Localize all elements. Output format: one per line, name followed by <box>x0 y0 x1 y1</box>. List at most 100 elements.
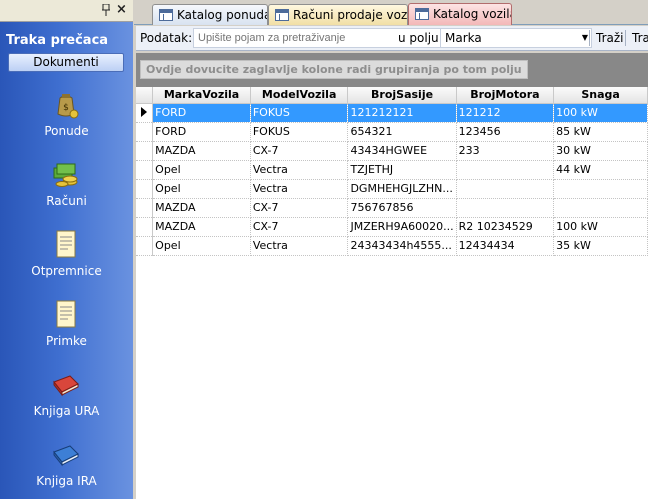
table-cell[interactable]: Vectra <box>250 160 349 180</box>
row-indicator[interactable] <box>136 160 154 180</box>
blue-book-icon <box>50 438 82 470</box>
search-field-select[interactable]: Marka ▼ <box>440 28 592 48</box>
table-cell[interactable]: CX-7 <box>250 141 349 161</box>
tab-racuni-prodaje-vozila[interactable]: Računi prodaje vozila <box>268 4 408 25</box>
table-cell[interactable]: 123456 <box>456 122 555 142</box>
current-row-arrow-icon <box>141 107 148 117</box>
column-header-brojmotora[interactable]: BrojMotora <box>455 87 555 104</box>
row-indicator[interactable] <box>136 236 154 256</box>
grid-header-row: MarkaVozila ModelVozila BrojSasije BrojM… <box>136 87 648 104</box>
table-cell[interactable]: 654321 <box>347 122 457 142</box>
shortcut-knjiga-ira[interactable]: Knjiga IRA <box>0 438 133 498</box>
search-button-2[interactable]: Tra <box>632 31 648 45</box>
table-cell[interactable]: 121212 <box>456 103 555 123</box>
table-row[interactable]: Opel Vectra DGMHEHGJLZHN... <box>136 179 648 199</box>
table-cell[interactable]: Opel <box>152 236 251 256</box>
table-row[interactable]: Opel Vectra TZJETHJ 44 kW <box>136 160 648 180</box>
shortcut-knjiga-ura[interactable]: Knjiga URA <box>0 368 133 428</box>
table-row[interactable]: MAZDA CX-7 JMZERH9A60020... R2 10234529 100 … <box>136 217 648 237</box>
toolbar-separator <box>625 30 626 46</box>
document-tabs: Katalog ponuda Računi prodaje vozila Kat… <box>134 0 648 25</box>
row-indicator[interactable] <box>136 198 154 218</box>
search-toolbar: Podatak: u polju: Marka ▼ Traži Tra <box>136 26 648 51</box>
table-cell[interactable]: R2 10234529 <box>456 217 555 237</box>
shortcut-primke-label: Primke <box>46 334 87 348</box>
table-cell[interactable]: 44 kW <box>553 160 648 180</box>
table-cell[interactable]: JMZERH9A60020... <box>347 217 457 237</box>
shortcut-bar-body: Traka prečaca Dokumenti $ Ponude Računi … <box>0 22 133 499</box>
table-cell[interactable]: DGMHEHGJLZHN... <box>347 179 457 199</box>
table-cell[interactable]: 100 kW <box>553 103 648 123</box>
tab-katalog-vozila[interactable]: Katalog vozila <box>408 3 512 25</box>
table-cell[interactable] <box>456 198 555 218</box>
table-cell[interactable]: MAZDA <box>152 217 251 237</box>
shortcut-ponude-label: Ponude <box>44 124 89 138</box>
close-icon[interactable]: × <box>116 2 127 17</box>
column-header-snaga[interactable]: Snaga <box>553 87 648 104</box>
tab-katalog-ponuda-label: Katalog ponuda <box>177 8 268 22</box>
table-cell[interactable] <box>456 179 555 199</box>
table-row[interactable]: FORD FOKUS 121212121 121212 100 kW <box>136 103 648 123</box>
table-cell[interactable]: FORD <box>152 122 251 142</box>
table-cell[interactable]: TZJETHJ <box>347 160 457 180</box>
table-cell[interactable]: Vectra <box>250 236 349 256</box>
shortcut-otpremnice[interactable]: Otpremnice <box>0 228 133 288</box>
table-cell[interactable]: FORD <box>152 103 251 123</box>
table-cell[interactable]: 85 kW <box>553 122 648 142</box>
vehicle-grid: MarkaVozila ModelVozila BrojSasije BrojM… <box>136 87 648 499</box>
table-cell[interactable]: 121212121 <box>347 103 457 123</box>
column-header-modelvozila[interactable]: ModelVozila <box>249 87 349 104</box>
row-indicator[interactable] <box>136 179 154 199</box>
table-cell[interactable]: 35 kW <box>553 236 648 256</box>
group-by-hint: Ovdje dovucite zaglavlje kolone radi gru… <box>140 60 528 79</box>
table-cell[interactable]: 233 <box>456 141 555 161</box>
shortcut-racuni[interactable]: Računi <box>0 158 133 218</box>
table-cell[interactable]: 43434HGWEE <box>347 141 457 161</box>
pin-icon[interactable] <box>101 3 111 19</box>
table-cell[interactable]: Vectra <box>250 179 349 199</box>
row-indicator[interactable] <box>136 122 154 142</box>
table-cell[interactable]: Opel <box>152 160 251 180</box>
shortcut-otpremnice-label: Otpremnice <box>31 264 102 278</box>
group-by-panel[interactable]: Ovdje dovucite zaglavlje kolone radi gru… <box>136 53 648 87</box>
search-button[interactable]: Traži <box>596 31 624 45</box>
shortcut-racuni-label: Računi <box>46 194 87 208</box>
shortcut-bar: × Traka prečaca Dokumenti $ Ponude Račun… <box>0 0 133 499</box>
document-icon <box>50 228 82 260</box>
shortcut-ponude[interactable]: $ Ponude <box>0 88 133 148</box>
table-cell[interactable]: Opel <box>152 179 251 199</box>
table-cell[interactable]: 756767856 <box>347 198 457 218</box>
table-cell[interactable]: FOKUS <box>250 103 349 123</box>
table-row[interactable]: MAZDA CX-7 756767856 <box>136 198 648 218</box>
document-icon <box>50 298 82 330</box>
column-header-brojsasije[interactable]: BrojSasije <box>347 87 457 104</box>
shortcut-bar-titlebar: × <box>0 0 133 22</box>
shortcut-primke[interactable]: Primke <box>0 298 133 358</box>
table-cell[interactable]: 100 kW <box>553 217 648 237</box>
chevron-down-icon: ▼ <box>581 33 588 42</box>
table-cell[interactable]: 30 kW <box>553 141 648 161</box>
table-cell[interactable]: 12434434 <box>456 236 555 256</box>
table-cell[interactable]: CX-7 <box>250 198 349 218</box>
shortcut-knjiga-ira-label: Knjiga IRA <box>36 474 97 488</box>
table-cell[interactable]: MAZDA <box>152 141 251 161</box>
table-cell[interactable]: CX-7 <box>250 217 349 237</box>
search-field-value: Marka <box>445 31 482 45</box>
table-row[interactable]: MAZDA CX-7 43434HGWEE 233 30 kW <box>136 141 648 161</box>
table-cell[interactable]: FOKUS <box>250 122 349 142</box>
table-row[interactable]: Opel Vectra 24343434h4555... 12434434 35 kW <box>136 236 648 256</box>
documents-button[interactable]: Dokumenti <box>8 53 124 72</box>
table-cell[interactable]: MAZDA <box>152 198 251 218</box>
red-book-icon <box>50 368 82 400</box>
table-cell[interactable] <box>456 160 555 180</box>
row-indicator-header <box>136 87 154 104</box>
column-header-markavozila[interactable]: MarkaVozila <box>152 87 251 104</box>
table-row[interactable]: FORD FOKUS 654321 123456 85 kW <box>136 122 648 142</box>
table-cell[interactable]: 24343434h4555... <box>347 236 457 256</box>
row-indicator[interactable] <box>136 217 154 237</box>
table-cell[interactable] <box>553 179 648 199</box>
row-indicator[interactable] <box>136 141 154 161</box>
row-indicator[interactable] <box>136 103 154 123</box>
table-cell[interactable] <box>553 198 648 218</box>
tab-katalog-ponuda[interactable]: Katalog ponuda <box>152 4 268 25</box>
